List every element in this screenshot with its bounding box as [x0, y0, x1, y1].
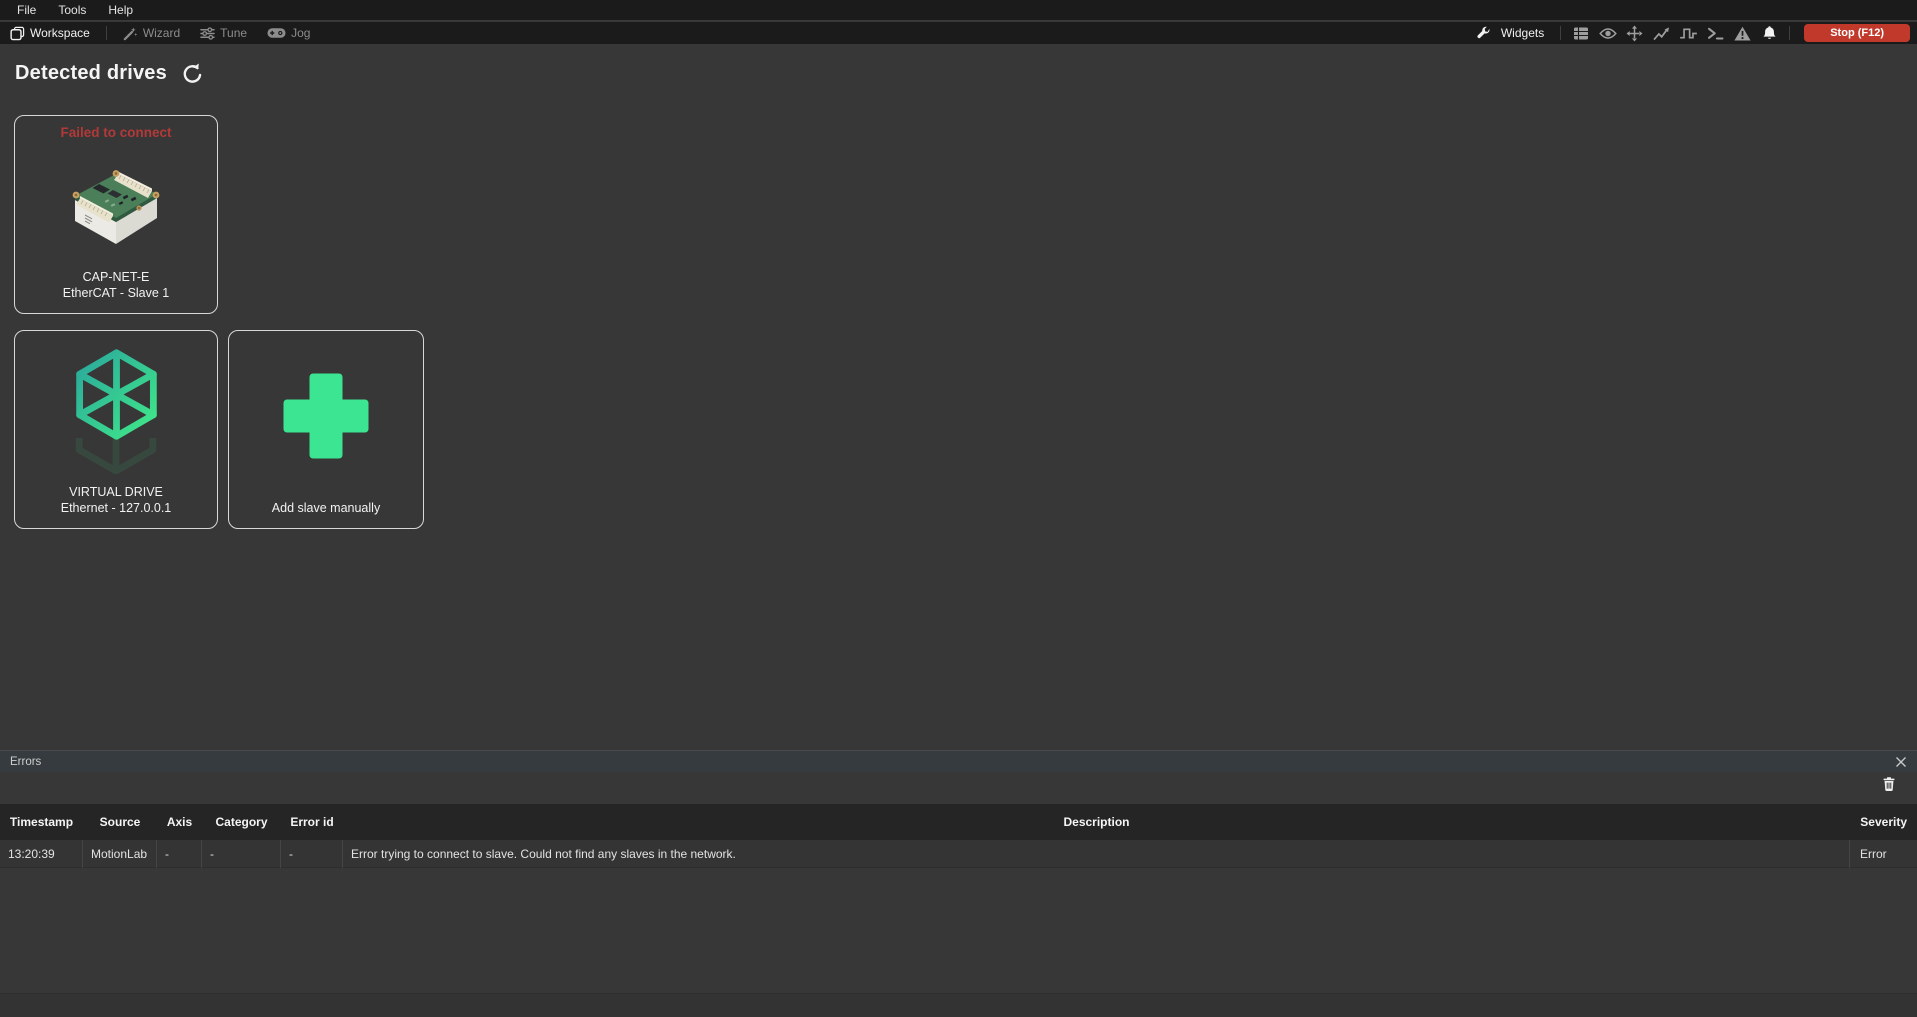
cell-axis: -	[157, 840, 202, 868]
status-bar	[0, 993, 1917, 1017]
toolbar-separator	[106, 26, 107, 40]
drive-card-virtual[interactable]: VIRTUAL DRIVE Ethernet - 127.0.0.1	[14, 330, 218, 529]
plus-icon	[229, 331, 423, 500]
error-table-row[interactable]: 13:20:39 MotionLab - - - Error trying to…	[0, 840, 1917, 868]
drive-subtitle: EtherCAT - Slave 1	[63, 285, 170, 301]
column-header-severity: Severity	[1850, 815, 1917, 829]
menu-help[interactable]: Help	[97, 0, 144, 21]
terminal-icon[interactable]	[1702, 22, 1729, 44]
refresh-icon[interactable]	[181, 61, 205, 85]
workspace-button[interactable]: Workspace	[0, 22, 100, 44]
widgets-button[interactable]: Widgets	[1466, 22, 1554, 44]
errors-table-header: Timestamp Source Axis Category Error id …	[0, 804, 1917, 840]
add-slave-card[interactable]: Add slave manually	[228, 330, 424, 529]
column-header-error-id: Error id	[281, 815, 343, 829]
wizard-label: Wizard	[143, 26, 180, 40]
column-header-source: Source	[83, 815, 157, 829]
drives-row-1: Failed to connect	[14, 115, 218, 314]
clear-errors-trash-icon[interactable]	[1883, 777, 1895, 791]
notifications-bell-icon[interactable]	[1756, 22, 1783, 44]
workspace-label: Workspace	[30, 26, 90, 40]
stop-button[interactable]: Stop (F12)	[1804, 24, 1910, 42]
scope-chart-icon[interactable]	[1648, 22, 1675, 44]
cell-severity: Error	[1850, 840, 1917, 868]
toolbar-separator	[1560, 26, 1561, 40]
workspace-icon	[10, 26, 25, 41]
errors-panel-title: Errors	[10, 756, 41, 768]
cell-category: -	[202, 840, 281, 868]
widgets-label: Widgets	[1501, 26, 1544, 40]
page-title: Detected drives	[15, 62, 167, 85]
toolbar-left-group: Workspace Wizard	[0, 22, 320, 44]
errors-titlebar: Errors	[0, 751, 1917, 772]
column-header-description: Description	[343, 815, 1850, 829]
menu-bar: File Tools Help	[0, 0, 1917, 21]
signal-wave-icon[interactable]	[1675, 22, 1702, 44]
menu-tools[interactable]: Tools	[47, 0, 97, 21]
warnings-icon[interactable]	[1729, 22, 1756, 44]
cell-source: MotionLab	[83, 840, 157, 868]
detected-drives-page: Detected drives Failed to connect	[0, 44, 1917, 750]
menu-file[interactable]: File	[6, 0, 47, 21]
motion-move-icon[interactable]	[1621, 22, 1648, 44]
toolbar-right-group: Widgets	[1466, 22, 1917, 44]
tune-button[interactable]: Tune	[190, 22, 257, 44]
drive-card-cap-net-e[interactable]: Failed to connect	[14, 115, 218, 314]
close-icon[interactable]	[1895, 756, 1907, 768]
jog-label: Jog	[291, 26, 310, 40]
drive-subtitle: Ethernet - 127.0.0.1	[61, 500, 172, 516]
registers-table-icon[interactable]	[1567, 22, 1594, 44]
drive-photo	[15, 143, 217, 269]
errors-panel: Errors Timestamp Source	[0, 750, 1917, 1017]
column-header-axis: Axis	[157, 815, 202, 829]
add-slave-label: Add slave manually	[272, 500, 380, 516]
cell-description: Error trying to connect to slave. Could …	[343, 840, 1850, 868]
wizard-button[interactable]: Wizard	[113, 22, 190, 44]
wand-icon	[123, 26, 138, 41]
tune-label: Tune	[220, 26, 247, 40]
sliders-icon	[200, 26, 215, 41]
errors-toolstrip	[0, 772, 1917, 804]
page-head: Detected drives	[0, 44, 1917, 85]
virtual-drive-cube-icon	[15, 331, 217, 484]
cell-timestamp: 13:20:39	[0, 840, 83, 868]
watch-eye-icon[interactable]	[1594, 22, 1621, 44]
toolbar: Workspace Wizard	[0, 22, 1917, 44]
toolbar-separator	[1789, 26, 1790, 40]
drive-name: CAP-NET-E	[83, 269, 150, 285]
column-header-category: Category	[202, 815, 281, 829]
motionlab-window: File Tools Help Workspace	[0, 0, 1917, 1017]
drives-row-2: VIRTUAL DRIVE Ethernet - 127.0.0.1 Add s…	[14, 330, 424, 529]
column-header-timestamp: Timestamp	[0, 815, 83, 829]
gamepad-icon	[267, 27, 286, 39]
drive-name: VIRTUAL DRIVE	[69, 484, 163, 500]
drive-status-failed: Failed to connect	[60, 125, 171, 143]
cell-error-id: -	[281, 840, 343, 868]
wrench-icon	[1476, 26, 1491, 41]
jog-button[interactable]: Jog	[257, 22, 320, 44]
